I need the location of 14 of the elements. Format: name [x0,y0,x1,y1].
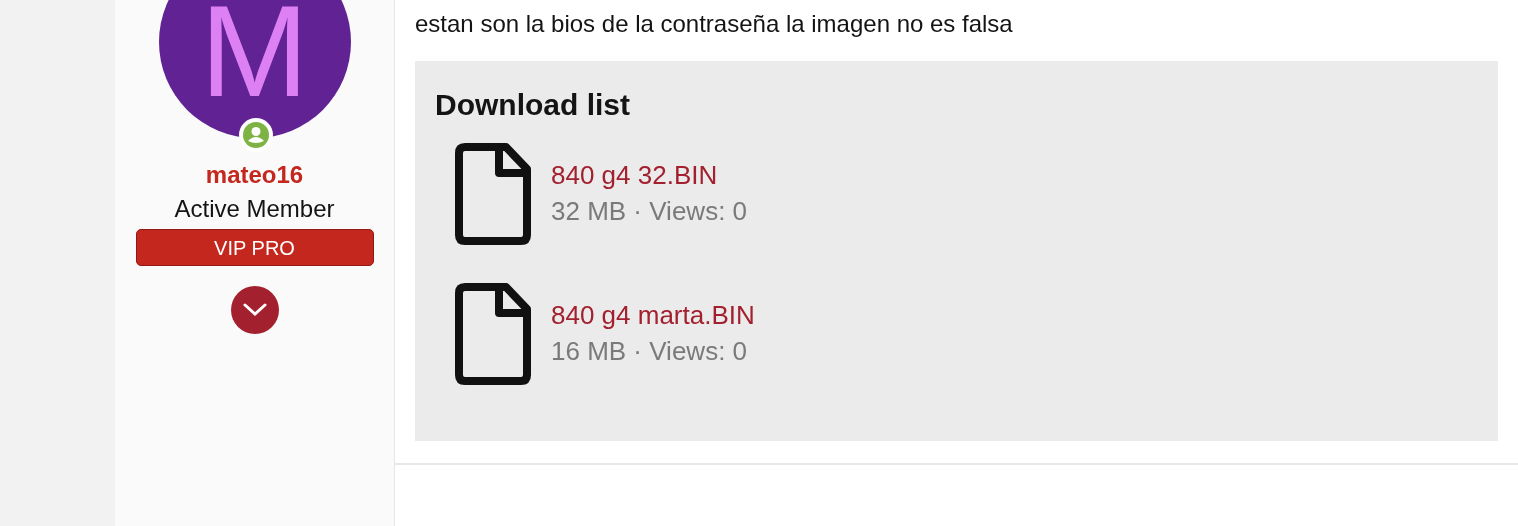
file-link[interactable]: 840 g4 marta.BIN [551,297,755,333]
download-list-title: Download list [435,87,631,123]
file-icon[interactable] [455,143,531,245]
file-link[interactable]: 840 g4 32.BIN [551,157,748,193]
username[interactable]: mateo16 [205,161,304,189]
file-meta: 16 MB · Views: 0 [551,335,749,368]
post-text: estan son la bios de la contraseña la imagen no es falsa [415,9,1014,39]
expand-button[interactable] [230,286,279,334]
chevron-down-icon [242,303,267,317]
user-title: Active Member [174,195,335,223]
avatar[interactable]: M [158,0,351,138]
user-badge: VIP PRO [135,229,374,266]
file-meta: 32 MB · Views: 0 [551,195,748,228]
file-icon[interactable] [455,283,531,385]
